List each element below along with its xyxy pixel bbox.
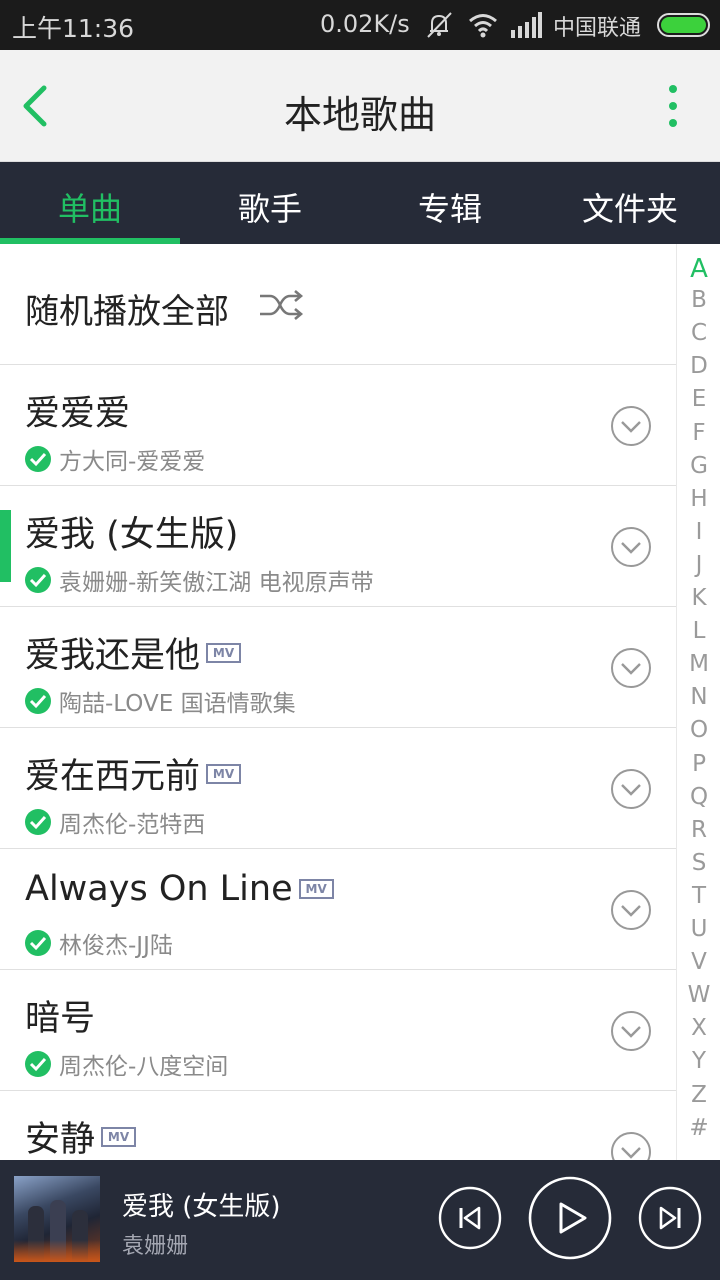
- index-letter[interactable]: R: [677, 817, 720, 843]
- song-title: Always On Line: [25, 869, 293, 909]
- signal-icon: [511, 12, 542, 38]
- expand-options-icon[interactable]: [610, 1010, 652, 1052]
- song-row[interactable]: 爱我还是他 MV 陶喆-LOVE 国语情歌集: [0, 607, 676, 728]
- previous-icon[interactable]: [438, 1186, 502, 1250]
- mini-player[interactable]: 爱我 (女生版) 袁姗姗: [0, 1160, 720, 1280]
- more-vertical-icon[interactable]: [660, 82, 686, 132]
- expand-options-icon[interactable]: [610, 405, 652, 447]
- index-letter[interactable]: L: [677, 618, 720, 644]
- song-row[interactable]: 爱在西元前 MV 周杰伦-范特西: [0, 728, 676, 849]
- song-title: 爱我 (女生版): [25, 515, 239, 555]
- carrier-name: 中国联通: [553, 16, 642, 41]
- song-title: 爱在西元前: [25, 757, 201, 797]
- expand-options-icon[interactable]: [610, 889, 652, 931]
- song-subtitle: 方大同-爱爱爱: [59, 449, 206, 475]
- index-letter[interactable]: O: [677, 717, 720, 743]
- shuffle-all-row[interactable]: 随机播放全部: [0, 244, 676, 365]
- index-letter[interactable]: P: [677, 751, 720, 777]
- network-speed: 0.02K/s: [320, 10, 410, 38]
- index-letter[interactable]: B: [677, 287, 720, 313]
- shuffle-all-label: 随机播放全部: [25, 292, 229, 332]
- downloaded-check-icon: [25, 567, 51, 593]
- index-letter[interactable]: J: [677, 552, 720, 578]
- song-list[interactable]: 随机播放全部 爱爱爱 方大同-爱爱爱 爱我 (女生版) 袁姗姗-新笑傲江湖 电视…: [0, 244, 676, 1160]
- expand-options-icon[interactable]: [610, 647, 652, 689]
- index-letter[interactable]: Z: [677, 1082, 720, 1108]
- song-title: 爱爱爱: [25, 394, 131, 434]
- index-letter[interactable]: S: [677, 850, 720, 876]
- downloaded-check-icon: [25, 930, 51, 956]
- index-letter[interactable]: D: [677, 353, 720, 379]
- song-subtitle: 袁姗姗-新笑傲江湖 电视原声带: [59, 570, 374, 596]
- song-title: 安静: [25, 1120, 96, 1160]
- index-letter[interactable]: C: [677, 320, 720, 346]
- index-letter[interactable]: M: [677, 651, 720, 677]
- index-letter[interactable]: U: [677, 916, 720, 942]
- index-letter[interactable]: #: [677, 1115, 720, 1141]
- play-icon[interactable]: [528, 1176, 612, 1260]
- index-letter[interactable]: V: [677, 949, 720, 975]
- song-row[interactable]: Always On Line MV 林俊杰-JJ陆: [0, 849, 676, 970]
- mv-badge[interactable]: MV: [206, 763, 242, 784]
- song-row[interactable]: 安静 MV: [0, 1091, 676, 1160]
- downloaded-check-icon: [25, 809, 51, 835]
- page-title: 本地歌曲: [283, 93, 436, 137]
- tab-artists[interactable]: 歌手: [180, 162, 360, 244]
- expand-options-icon[interactable]: [610, 768, 652, 810]
- player-song-title: 爱我 (女生版): [122, 1192, 281, 1222]
- song-title: 暗号: [25, 999, 96, 1039]
- tab-albums[interactable]: 专辑: [360, 162, 540, 244]
- alphabet-index[interactable]: A B C D E F G H I J K L M N O P Q R S T U V W X Y Z #: [676, 244, 720, 1160]
- song-subtitle: 周杰伦-范特西: [59, 812, 206, 838]
- mute-icon: [427, 12, 452, 38]
- expand-options-icon[interactable]: [610, 526, 652, 568]
- mv-badge[interactable]: MV: [101, 1126, 137, 1147]
- next-icon[interactable]: [638, 1186, 702, 1250]
- index-letter[interactable]: Q: [677, 784, 720, 810]
- index-letter[interactable]: E: [677, 386, 720, 412]
- index-letter[interactable]: G: [677, 453, 720, 479]
- downloaded-check-icon: [25, 446, 51, 472]
- expand-options-icon[interactable]: [610, 1131, 652, 1160]
- index-letter[interactable]: Y: [677, 1048, 720, 1074]
- player-artist: 袁姗姗: [122, 1234, 189, 1259]
- now-playing-indicator: [0, 510, 11, 582]
- status-time: 上午11:36: [12, 14, 135, 43]
- shuffle-icon[interactable]: [258, 288, 304, 322]
- index-letter[interactable]: X: [677, 1015, 720, 1041]
- song-title: 爱我还是他: [25, 636, 201, 676]
- song-row[interactable]: 爱爱爱 方大同-爱爱爱: [0, 365, 676, 486]
- battery-icon: [657, 13, 710, 37]
- downloaded-check-icon: [25, 688, 51, 714]
- song-row-playing[interactable]: 爱我 (女生版) 袁姗姗-新笑傲江湖 电视原声带: [0, 486, 676, 607]
- song-subtitle: 周杰伦-八度空间: [59, 1054, 229, 1080]
- index-letter[interactable]: I: [677, 519, 720, 545]
- mv-badge[interactable]: MV: [206, 642, 242, 663]
- status-bar: 上午11:36 0.02K/s 中国联通: [0, 0, 720, 50]
- index-letter[interactable]: A: [677, 254, 720, 284]
- index-letter[interactable]: F: [677, 420, 720, 446]
- tab-songs[interactable]: 单曲: [0, 162, 180, 244]
- index-letter[interactable]: W: [677, 982, 720, 1008]
- tab-folders[interactable]: 文件夹: [540, 162, 720, 244]
- category-tabs: 单曲 歌手 专辑 文件夹: [0, 162, 720, 244]
- index-letter[interactable]: T: [677, 883, 720, 909]
- wifi-icon: [469, 14, 497, 38]
- app-header: 本地歌曲: [0, 50, 720, 162]
- song-row[interactable]: 暗号 周杰伦-八度空间: [0, 970, 676, 1091]
- downloaded-check-icon: [25, 1051, 51, 1077]
- song-subtitle: 林俊杰-JJ陆: [59, 933, 173, 959]
- index-letter[interactable]: H: [677, 486, 720, 512]
- song-subtitle: 陶喆-LOVE 国语情歌集: [59, 691, 296, 717]
- index-letter[interactable]: N: [677, 684, 720, 710]
- index-letter[interactable]: K: [677, 585, 720, 611]
- mv-badge[interactable]: MV: [298, 879, 334, 899]
- album-cover-image[interactable]: [14, 1176, 100, 1262]
